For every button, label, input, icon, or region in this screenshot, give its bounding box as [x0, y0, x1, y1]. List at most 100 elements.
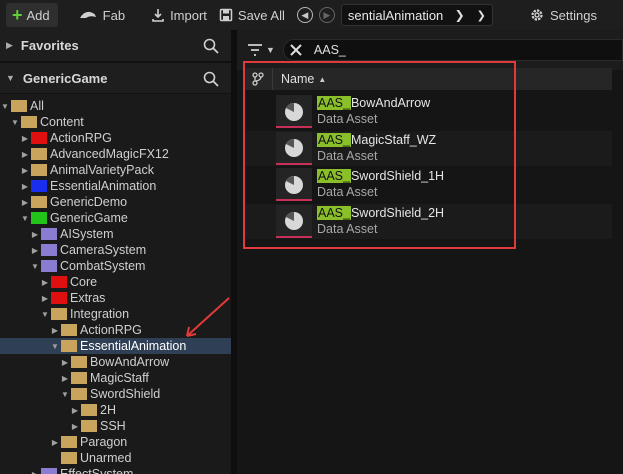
search-highlight: AAS_ — [317, 169, 351, 183]
tree-item[interactable]: ▶ EssentialAnimation — [0, 178, 231, 194]
tree-item[interactable]: ▶ GenericDemo — [0, 194, 231, 210]
clear-icon[interactable] — [290, 44, 302, 56]
plus-icon: + — [12, 5, 23, 25]
collapsed-arrow-icon[interactable]: ▶ — [20, 134, 30, 143]
data-asset-thumbnail — [276, 168, 312, 201]
path-chevron-down-icon[interactable]: ❯ — [477, 9, 486, 22]
save-icon — [219, 8, 233, 22]
collapsed-arrow-icon[interactable]: ▶ — [6, 40, 13, 51]
collapsed-arrow-icon[interactable]: ▶ — [60, 358, 70, 367]
asset-text: AAS_MagicStaff_WZ Data Asset — [317, 132, 436, 164]
asset-name: AAS_SwordShield_1H — [317, 169, 445, 183]
collapsed-arrow-icon[interactable]: ▶ — [60, 374, 70, 383]
asset-type: Data Asset — [317, 148, 378, 163]
tree-item[interactable]: ▶ MagicStaff — [0, 370, 231, 386]
folder-icon — [31, 148, 47, 160]
folder-icon — [81, 404, 97, 416]
search-icon[interactable] — [203, 38, 219, 54]
name-column-header[interactable]: Name ▲ — [272, 68, 326, 90]
back-icon[interactable]: ◀ — [296, 7, 313, 23]
tree-item-label: SwordShield — [90, 387, 161, 401]
tree-item[interactable]: ▶ AISystem — [0, 226, 231, 242]
asset-text: AAS_SwordShield_1H Data Asset — [317, 168, 444, 200]
expanded-arrow-icon[interactable]: ▼ — [6, 73, 15, 83]
tree-item[interactable]: ▶ ActionRPG — [0, 322, 231, 338]
tree-item[interactable]: ▶ BowAndArrow — [0, 354, 231, 370]
save-all-button[interactable]: Save All — [213, 3, 291, 27]
path-breadcrumb[interactable]: sentialAnimation ❯ ❯ — [340, 4, 493, 26]
folder-icon — [31, 164, 47, 176]
tree-item[interactable]: ▼ Integration — [0, 306, 231, 322]
tree-item[interactable]: ▶ Extras — [0, 290, 231, 306]
project-header[interactable]: ▼ GenericGame — [0, 62, 231, 94]
folder-icon — [61, 452, 77, 464]
folder-open-icon — [11, 100, 27, 112]
tree-item[interactable]: ▶ Core — [0, 274, 231, 290]
tree-item[interactable]: ▼ All — [0, 98, 231, 114]
tree-item-label: EssentialAnimation — [80, 339, 187, 353]
asset-text: AAS_SwordShield_2H Data Asset — [317, 205, 444, 237]
folder-open-icon — [61, 340, 77, 352]
tree-item[interactable]: ▼ GenericGame — [0, 210, 231, 226]
tree-item[interactable]: ▶ SSH — [0, 418, 231, 434]
tree-item[interactable]: Unarmed — [0, 450, 231, 466]
forward-icon[interactable]: ▶ — [318, 7, 335, 23]
folder-icon — [41, 468, 57, 474]
fab-button[interactable]: Fab — [72, 3, 131, 27]
collapsed-arrow-icon[interactable]: ▶ — [40, 294, 50, 303]
collapsed-arrow-icon[interactable]: ▶ — [20, 198, 30, 207]
asset-row[interactable]: AAS_BowAndArrow Data Asset — [244, 94, 612, 129]
tree-item[interactable]: ▼ EssentialAnimation — [0, 338, 231, 354]
tree-item[interactable]: ▶ EffectSystem — [0, 466, 231, 474]
collapsed-arrow-icon[interactable]: ▶ — [20, 150, 30, 159]
filter-dropdown-icon[interactable]: ▼ — [266, 45, 275, 55]
sort-ascending-icon: ▲ — [318, 74, 327, 84]
collapsed-arrow-icon[interactable]: ▶ — [50, 438, 60, 447]
collapsed-arrow-icon[interactable]: ▶ — [30, 230, 40, 239]
tree-item[interactable]: ▶ ActionRPG — [0, 130, 231, 146]
add-button[interactable]: + Add — [6, 3, 58, 27]
search-icon[interactable] — [203, 71, 219, 87]
asset-type: Data Asset — [317, 112, 378, 126]
tree-item-label: CameraSystem — [60, 243, 147, 257]
favorites-header[interactable]: ▶ Favorites — [0, 30, 231, 62]
tree-item[interactable]: ▶ Paragon — [0, 434, 231, 450]
search-input[interactable]: AAS_ — [314, 43, 346, 57]
collapsed-arrow-icon[interactable]: ▶ — [20, 166, 30, 175]
folder-icon — [31, 132, 47, 144]
asset-row[interactable]: AAS_SwordShield_1H Data Asset — [244, 167, 612, 202]
expanded-arrow-icon[interactable]: ▼ — [40, 310, 50, 319]
source-control-icon[interactable] — [244, 72, 272, 86]
tree-item-label: 2H — [100, 403, 116, 417]
path-chevron-right-icon[interactable]: ❯ — [455, 8, 465, 22]
tree-item[interactable]: ▼ Content — [0, 114, 231, 130]
collapsed-arrow-icon[interactable]: ▶ — [40, 278, 50, 287]
tree-item[interactable]: ▶ CameraSystem — [0, 242, 231, 258]
expanded-arrow-icon[interactable]: ▼ — [30, 262, 40, 271]
tree-item[interactable]: ▼ CombatSystem — [0, 258, 231, 274]
tree-item-label: Integration — [70, 307, 130, 321]
expanded-arrow-icon[interactable]: ▼ — [50, 342, 60, 351]
expanded-arrow-icon[interactable]: ▼ — [20, 214, 30, 223]
search-field[interactable]: AAS_ — [282, 39, 623, 61]
import-button[interactable]: Import — [145, 3, 213, 27]
collapsed-arrow-icon[interactable]: ▶ — [20, 182, 30, 191]
asset-row[interactable]: AAS_MagicStaff_WZ Data Asset — [244, 130, 612, 166]
tree-item[interactable]: ▶ AnimalVarietyPack — [0, 162, 231, 178]
filter-icon[interactable] — [247, 43, 263, 57]
data-asset-thumbnail — [276, 131, 312, 165]
expanded-arrow-icon[interactable]: ▼ — [10, 118, 20, 127]
tree-item[interactable]: ▶ AdvancedMagicFX12 — [0, 146, 231, 162]
collapsed-arrow-icon[interactable]: ▶ — [70, 422, 80, 431]
settings-button[interactable]: Settings — [523, 3, 603, 27]
collapsed-arrow-icon[interactable]: ▶ — [30, 470, 40, 474]
asset-row[interactable]: AAS_SwordShield_2H Data Asset — [244, 203, 612, 239]
collapsed-arrow-icon[interactable]: ▶ — [30, 246, 40, 255]
collapsed-arrow-icon[interactable]: ▶ — [70, 406, 80, 415]
tree-item[interactable]: ▶ 2H — [0, 402, 231, 418]
tree-item[interactable]: ▼ SwordShield — [0, 386, 231, 402]
collapsed-arrow-icon[interactable]: ▶ — [50, 326, 60, 335]
gear-icon — [531, 9, 543, 21]
expanded-arrow-icon[interactable]: ▼ — [0, 102, 10, 111]
expanded-arrow-icon[interactable]: ▼ — [60, 390, 70, 399]
